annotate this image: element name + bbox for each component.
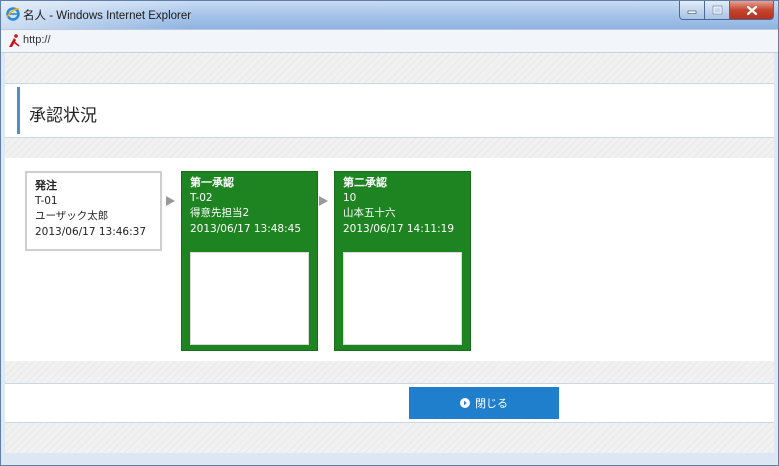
page-content: 承認状況 発注 T-01 ユーザック太郎 2013/06/17 13:46:37…	[5, 53, 774, 453]
step-user: 山本五十六	[343, 207, 396, 219]
address-url: http://	[23, 34, 51, 46]
step-title: 第二承認	[343, 176, 387, 189]
window-bottom-frame	[1, 453, 778, 465]
second-approval-card: 第二承認 10 山本五十六 2013/06/17 14:11:19	[334, 171, 471, 351]
page-icon	[9, 34, 20, 47]
circle-arrow-icon	[460, 398, 470, 408]
step-code: T-01	[35, 194, 58, 207]
arrow-right-icon	[319, 196, 328, 206]
browser-window: 名人 - Windows Internet Explorer http:// 承…	[0, 0, 779, 466]
step-title: 発注	[35, 179, 57, 192]
footer-band	[5, 361, 774, 384]
first-approval-card: 第一承認 T-02 得意先担当2 2013/06/17 13:48:45	[181, 171, 318, 351]
close-icon	[746, 5, 757, 15]
page-title: 承認状況	[29, 106, 97, 126]
minimize-icon	[687, 10, 697, 14]
window-controls	[679, 1, 774, 21]
order-card: 発注 T-01 ユーザック太郎 2013/06/17 13:46:37	[25, 171, 162, 251]
step-user: 得意先担当2	[190, 207, 250, 219]
button-row: 閉じる	[5, 384, 774, 423]
step-datetime: 2013/06/17 14:11:19	[343, 222, 455, 235]
close-button[interactable]: 閉じる	[409, 387, 559, 419]
maximize-icon	[712, 5, 722, 15]
title-bar[interactable]: 名人 - Windows Internet Explorer	[1, 1, 778, 29]
window-close-button[interactable]	[730, 1, 774, 20]
step-user: ユーザック太郎	[35, 210, 109, 222]
separator-band	[5, 138, 774, 158]
step-title: 第一承認	[190, 176, 234, 189]
address-bar[interactable]: http://	[1, 29, 778, 53]
step-datetime: 2013/06/17 13:46:37	[35, 225, 147, 238]
minimize-button[interactable]	[679, 1, 705, 20]
approval-stamp-box	[343, 252, 462, 345]
step-code: T-02	[190, 191, 213, 204]
approval-flow: 発注 T-01 ユーザック太郎 2013/06/17 13:46:37 第一承認…	[5, 158, 774, 361]
header-band	[5, 53, 774, 83]
page-header: 承認状況	[5, 83, 774, 138]
title-accent-bar	[17, 87, 20, 134]
ie-logo-icon	[6, 7, 20, 21]
bottom-band	[5, 423, 774, 453]
maximize-button[interactable]	[705, 1, 730, 20]
approval-stamp-box	[190, 252, 309, 345]
step-code: 10	[343, 191, 357, 204]
step-datetime: 2013/06/17 13:48:45	[190, 222, 302, 235]
window-title: 名人 - Windows Internet Explorer	[23, 10, 192, 22]
close-button-label: 閉じる	[475, 398, 508, 410]
arrow-right-icon	[166, 196, 175, 206]
